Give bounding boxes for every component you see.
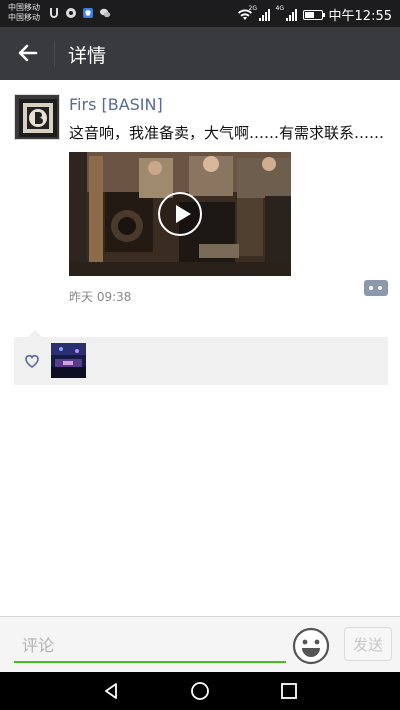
signal-icon: 4G <box>276 5 297 21</box>
header-divider <box>54 41 55 67</box>
carrier-1: 中国移动 <box>8 3 40 12</box>
clock: 中午12:55 <box>328 9 392 24</box>
browser-icon <box>66 8 76 18</box>
carrier-2: 中国移动 <box>8 13 40 22</box>
video-thumbnail[interactable] <box>69 152 291 276</box>
status-bar: 中国移动 中国移动 2G 4G 中午12:55 <box>0 0 400 27</box>
post-timestamp: 昨天 09:38 <box>69 290 132 304</box>
app-header: 详情 <box>0 27 400 80</box>
more-dots-icon[interactable] <box>364 280 388 296</box>
liker-avatar[interactable] <box>51 343 86 378</box>
post-text: 这音响，我准备卖，大气啊……有需求联系…… <box>69 124 385 142</box>
play-icon[interactable] <box>158 192 202 236</box>
battery-icon <box>302 9 325 20</box>
carrier-labels: 中国移动 中国移动 <box>8 3 40 23</box>
heart-icon <box>25 355 39 368</box>
liker-avatar-image <box>51 343 86 378</box>
network-label-2: 4G <box>275 4 284 12</box>
smiley-icon[interactable] <box>292 627 330 665</box>
avatar-image <box>15 95 59 139</box>
notification-icons <box>48 7 111 19</box>
username-link[interactable]: Firs [BASIN] <box>69 95 163 114</box>
signal-icon: 2G <box>249 5 270 21</box>
comment-input[interactable] <box>14 629 286 663</box>
home-circle-icon[interactable] <box>190 681 210 701</box>
page-title: 详情 <box>68 45 107 67</box>
recents-square-icon[interactable] <box>279 681 299 701</box>
status-right: 2G 4G 中午12:55 <box>237 5 392 24</box>
comment-bar: 发送 <box>0 616 400 672</box>
u-app-icon <box>50 8 58 18</box>
battery-level <box>304 11 314 18</box>
likes-panel <box>14 330 388 385</box>
network-label-1: 2G <box>248 4 257 12</box>
wechat-icon <box>100 8 111 18</box>
back-triangle-icon[interactable] <box>101 681 121 701</box>
send-button[interactable]: 发送 <box>344 627 392 661</box>
avatar[interactable] <box>14 94 60 140</box>
system-nav-bar <box>0 672 400 710</box>
arrow-left-icon[interactable] <box>14 39 42 67</box>
shield-app-icon <box>83 8 93 18</box>
